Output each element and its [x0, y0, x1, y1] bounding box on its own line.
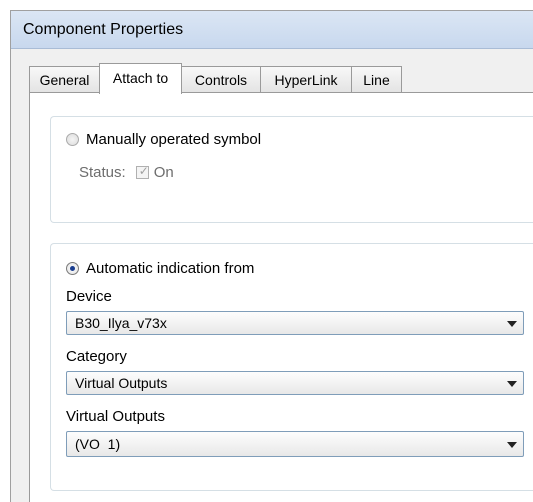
manual-radio-label: Manually operated symbol: [86, 131, 262, 148]
tab-attach-to[interactable]: Attach to: [99, 63, 182, 94]
tab-controls[interactable]: Controls: [181, 66, 261, 93]
category-label: Category: [66, 348, 127, 365]
automatic-radio-row[interactable]: Automatic indication from: [66, 260, 254, 277]
check-icon: ✓: [138, 164, 149, 178]
chevron-down-icon[interactable]: [507, 321, 517, 327]
automatic-group: Automatic indication from Device B30_Ily…: [50, 243, 533, 491]
tab-general[interactable]: General: [29, 66, 100, 93]
virtual-output-dropdown[interactable]: (VO 1): [66, 431, 524, 457]
tab-line[interactable]: Line: [351, 66, 402, 93]
manual-radio[interactable]: [66, 133, 79, 146]
title-bar: Component Properties: [11, 11, 533, 49]
virtual-output-value: (VO 1): [75, 436, 121, 452]
status-row: Status: ✓ On: [79, 164, 174, 181]
chevron-down-icon[interactable]: [507, 381, 517, 387]
automatic-radio[interactable]: [66, 262, 79, 275]
status-label: Status:: [79, 164, 126, 181]
device-dropdown[interactable]: B30_Ilya_v73x: [66, 311, 524, 335]
category-dropdown[interactable]: Virtual Outputs: [66, 371, 524, 395]
category-value: Virtual Outputs: [75, 375, 168, 391]
window-title: Component Properties: [23, 21, 184, 38]
on-checkbox[interactable]: ✓: [135, 164, 149, 179]
device-value: B30_Ilya_v73x: [75, 315, 167, 331]
attach-to-panel: Manually operated symbol Status: ✓ On Au…: [29, 92, 533, 502]
chevron-down-icon[interactable]: [507, 442, 517, 448]
tab-hyperlink[interactable]: HyperLink: [260, 66, 352, 93]
component-properties-window: Component Properties General Attach to C…: [10, 10, 533, 502]
on-label: On: [153, 164, 174, 181]
manual-group: Manually operated symbol Status: ✓ On: [50, 116, 533, 223]
automatic-radio-label: Automatic indication from: [86, 260, 255, 277]
virtual-outputs-label: Virtual Outputs: [66, 408, 165, 425]
tab-strip: General Attach to Controls HyperLink Lin…: [29, 63, 533, 94]
manual-radio-row[interactable]: Manually operated symbol: [66, 131, 261, 148]
device-label: Device: [66, 288, 112, 305]
